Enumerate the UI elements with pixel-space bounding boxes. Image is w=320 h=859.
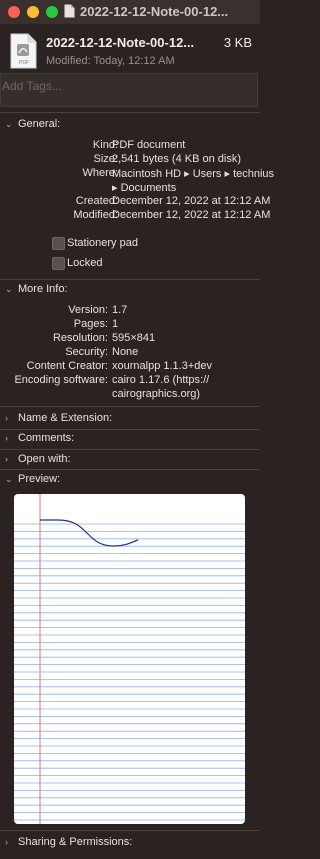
section-sharing-permissions[interactable]: › Sharing & Permissions: [0,836,260,852]
chevron-down-icon: ⌄ [5,284,13,294]
stationery-pad-label: Stationery pad [67,237,138,249]
zoom-button[interactable] [46,6,58,18]
chevron-right-icon: › [5,454,8,464]
resolution-value: 595×841 [112,332,156,344]
where-label: Where: [82,167,118,179]
divider [0,112,260,113]
section-sharing-label: Sharing & Permissions: [18,836,133,848]
close-button[interactable] [8,6,20,18]
chevron-down-icon: ⌄ [5,119,13,129]
section-name-extension-label: Name & Extension: [18,412,113,424]
divider [0,429,260,430]
tags-field[interactable]: Add Tags... [0,73,258,107]
pages-label: Pages: [73,318,108,330]
divider [0,449,260,450]
section-more-info[interactable]: ⌄ More Info: [0,283,260,299]
chevron-right-icon: › [5,413,8,423]
where-value-cont: ▸ Documents [112,182,177,194]
pdf-icon-label: PDF [19,60,29,66]
chevron-right-icon: › [5,837,8,847]
divider [0,830,260,831]
pdf-file-icon: PDF [10,33,37,69]
file-size: 3 KB [223,35,252,50]
section-preview-label: Preview: [18,473,61,485]
version-value: 1.7 [112,304,128,316]
title-bar: 2022-12-12-Note-00-12... [0,0,260,24]
minimize-button[interactable] [27,6,39,18]
section-general-label: General: [18,118,61,130]
chevron-right-icon: › [5,433,8,443]
modified-value: December 12, 2022 at 12:12 AM [112,209,271,221]
section-open-with-label: Open with: [18,453,71,465]
content-creator-label: Content Creator: [26,360,108,372]
document-icon [64,4,75,18]
encoding-software-value: cairo 1.17.6 (https:// [112,374,210,386]
modified-label: Modified: [73,209,118,221]
divider [0,279,260,280]
created-value: December 12, 2022 at 12:12 AM [112,195,271,207]
chevron-down-icon: ⌄ [5,474,13,484]
section-name-extension[interactable]: › Name & Extension: [0,412,260,428]
section-preview[interactable]: ⌄ Preview: [0,473,260,489]
size-label: Size: [93,153,118,165]
security-label: Security: [65,346,108,358]
section-comments-label: Comments: [18,432,75,444]
tags-placeholder: Add Tags... [2,79,62,93]
divider [0,406,260,407]
where-value: Macintosh HD ▸ Users ▸ technius [112,168,275,180]
modified-summary: Modified: Today, 12:12 AM [46,55,175,67]
security-value: None [112,346,139,358]
stationery-pad-checkbox[interactable] [52,237,65,250]
created-label: Created: [75,195,118,207]
encoding-software-label: Encoding software: [14,374,108,386]
section-open-with[interactable]: › Open with: [0,453,260,469]
divider [0,469,260,470]
section-more-info-label: More Info: [18,283,68,295]
size-value: 2,541 bytes (4 KB on disk) [112,153,242,165]
pages-value: 1 [112,318,119,330]
locked-checkbox[interactable] [52,257,65,270]
locked-label: Locked [67,257,103,269]
resolution-label: Resolution: [52,332,108,344]
section-general[interactable]: ⌄ General: [0,118,260,134]
version-label: Version: [68,304,108,316]
kind-label: Kind: [92,139,118,151]
content-creator-value: xournalpp 1.1.3+dev [112,360,212,372]
section-comments[interactable]: › Comments: [0,432,260,448]
preview-thumbnail [14,494,245,824]
kind-value: PDF document [112,139,186,151]
window-title: 2022-12-12-Note-00-12... [80,4,229,19]
encoding-software-value-cont: cairographics.org) [112,388,201,400]
file-name: 2022-12-12-Note-00-12... [46,35,195,50]
ruled-paper [14,494,245,824]
